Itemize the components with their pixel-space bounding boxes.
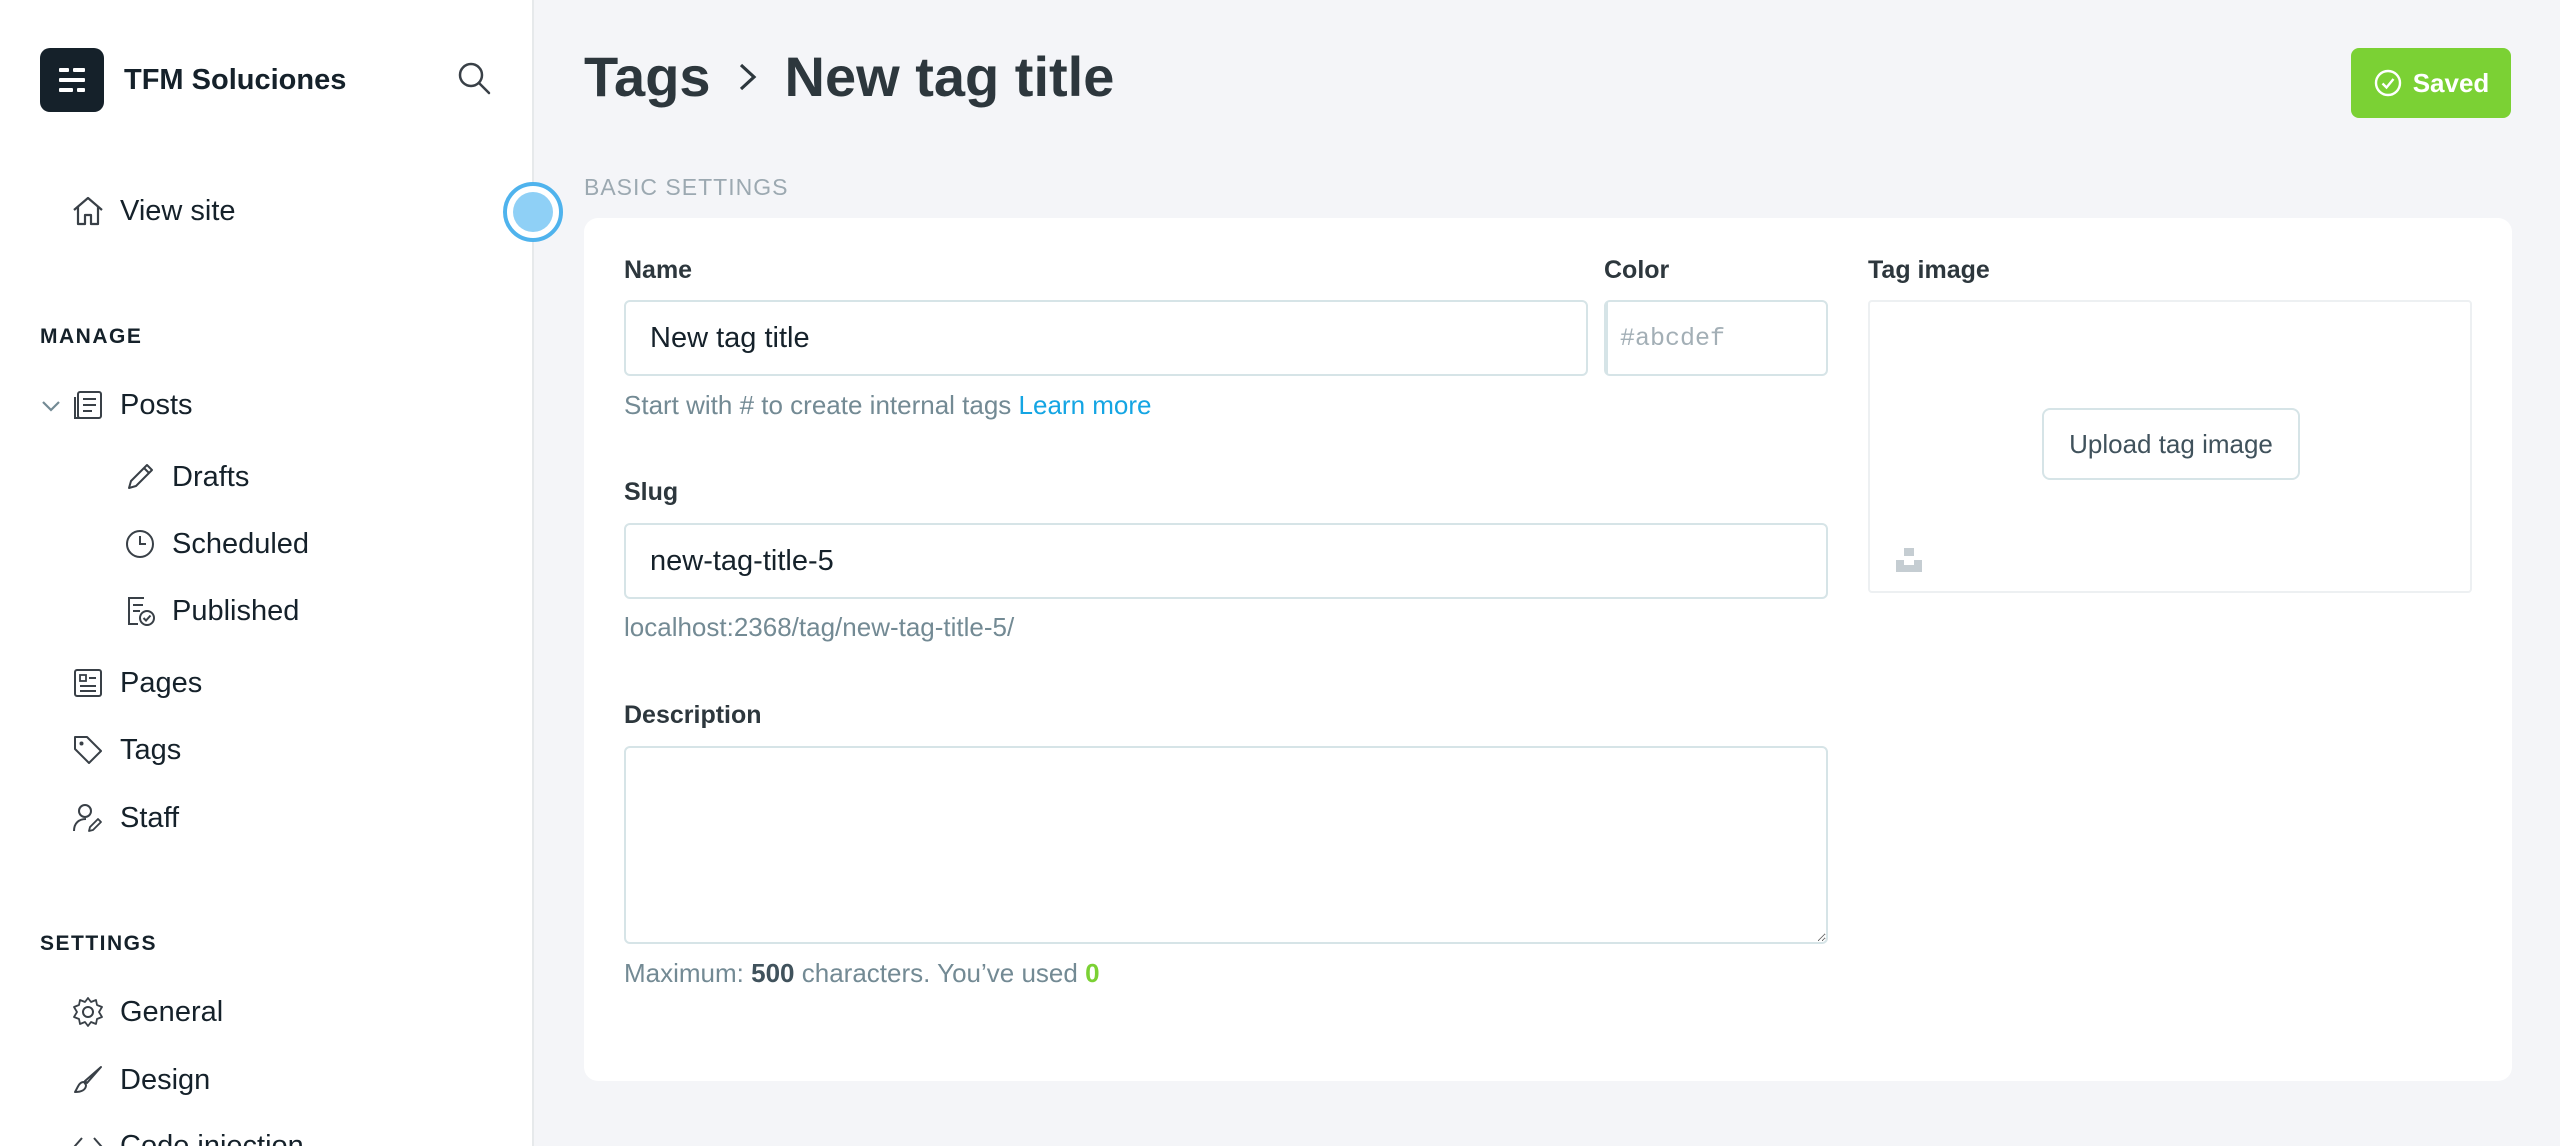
clock-icon — [122, 526, 158, 562]
scheduled-label: Scheduled — [172, 527, 310, 560]
tag-image-label: Tag image — [1868, 256, 1990, 284]
published-label: Published — [172, 594, 300, 627]
breadcrumb-tags-link[interactable]: Tags — [584, 44, 711, 109]
brand-name: TFM Soluciones — [124, 63, 347, 96]
section-heading: BASIC SETTINGS — [584, 174, 789, 200]
learn-more-link[interactable]: Learn more — [1019, 390, 1152, 420]
gear-icon — [70, 994, 106, 1030]
sidebar-item-published[interactable]: Published — [122, 593, 299, 629]
sidebar-item-staff[interactable]: Staff — [70, 800, 179, 836]
sidebar: TFM Soluciones View site MANAGE Posts Dr… — [0, 0, 534, 1146]
max-prefix: Maximum: — [624, 958, 744, 988]
home-icon — [70, 193, 106, 229]
sidebar-item-tags[interactable]: Tags — [70, 732, 181, 768]
settings-section-label: SETTINGS — [40, 932, 158, 955]
code-injection-label: Code injection — [120, 1129, 304, 1146]
color-label: Color — [1604, 256, 1670, 284]
used-count: 0 — [1085, 958, 1100, 988]
pages-label: Pages — [120, 666, 203, 699]
posts-icon — [70, 387, 106, 423]
posts-label: Posts — [120, 388, 193, 421]
saved-button[interactable]: Saved — [2351, 48, 2511, 118]
name-hint-text: Start with # to create internal tags — [624, 390, 1012, 420]
color-field — [1604, 300, 1937, 376]
search-icon[interactable] — [456, 60, 496, 100]
description-char-count: Maximum: 500 characters. You’ve used 0 — [624, 958, 1100, 989]
brand[interactable]: TFM Soluciones — [40, 48, 346, 112]
name-hint: Start with # to create internal tags Lea… — [624, 390, 1152, 421]
published-icon — [122, 593, 158, 629]
slug-input[interactable]: new-tag-title-5 — [624, 523, 1828, 599]
sidebar-item-view-site[interactable]: View site — [70, 193, 236, 229]
tags-label: Tags — [120, 733, 182, 766]
description-label: Description — [624, 701, 762, 729]
sidebar-item-scheduled[interactable]: Scheduled — [122, 526, 309, 562]
view-site-label: View site — [120, 194, 236, 227]
description-textarea[interactable] — [624, 746, 1828, 944]
sidebar-item-design[interactable]: Design — [70, 1062, 210, 1098]
check-circle-icon — [2374, 69, 2401, 97]
drafts-label: Drafts — [172, 460, 250, 493]
tag-icon — [70, 732, 106, 768]
sidebar-resize-handle[interactable] — [503, 182, 563, 242]
unsplash-icon[interactable] — [1894, 546, 1924, 574]
sidebar-item-general[interactable]: General — [70, 994, 223, 1030]
pencil-icon — [122, 459, 158, 495]
brush-icon — [70, 1062, 106, 1098]
chevron-right-icon — [739, 63, 756, 90]
sidebar-item-posts[interactable]: Posts — [70, 387, 193, 423]
handle-dot — [513, 192, 553, 232]
manage-section-label: MANAGE — [40, 325, 143, 348]
code-icon — [70, 1128, 106, 1146]
tag-image-dropzone[interactable]: Upload tag image — [1868, 300, 2472, 593]
sidebar-item-drafts[interactable]: Drafts — [122, 459, 249, 495]
design-label: Design — [120, 1063, 211, 1096]
max-count: 500 — [751, 958, 795, 988]
pages-icon — [70, 665, 106, 701]
slug-label: Slug — [624, 478, 679, 506]
general-label: General — [120, 995, 224, 1028]
saved-label: Saved — [2412, 67, 2490, 98]
max-mid: characters. You’ve used — [801, 958, 1078, 988]
name-input[interactable]: New tag title — [624, 300, 1588, 376]
staff-icon — [70, 800, 106, 836]
name-label: Name — [624, 256, 693, 284]
staff-label: Staff — [120, 801, 180, 834]
page-title: New tag title — [784, 45, 1115, 108]
brand-logo — [40, 48, 104, 112]
sidebar-item-code-injection[interactable]: Code injection — [70, 1128, 304, 1146]
slug-url-preview: localhost:2368/tag/new-tag-title-5/ — [624, 612, 1015, 642]
breadcrumb: Tags New tag title — [584, 44, 1114, 109]
chevron-down-icon[interactable] — [40, 395, 62, 417]
sidebar-item-pages[interactable]: Pages — [70, 665, 202, 701]
upload-tag-image-button[interactable]: Upload tag image — [2042, 408, 2300, 480]
